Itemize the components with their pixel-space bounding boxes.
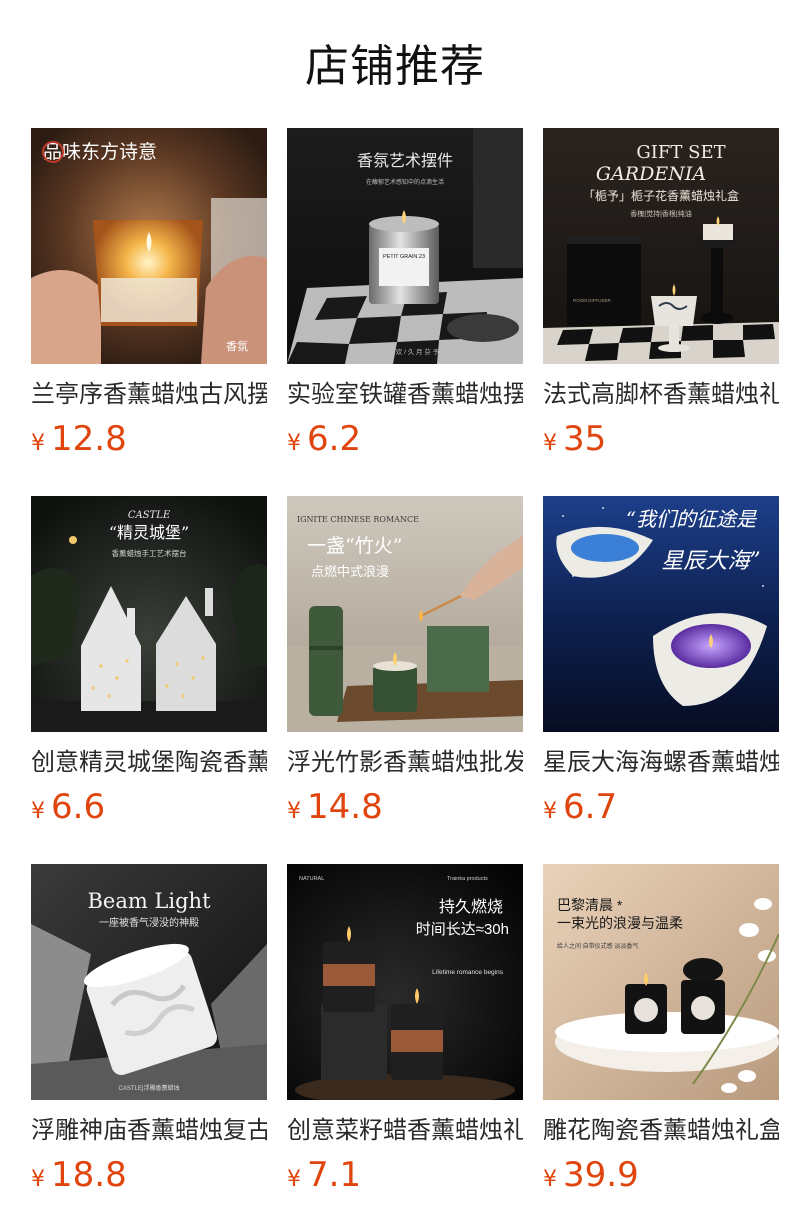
currency-symbol: ¥ xyxy=(543,431,557,456)
product-price: ¥7.1 xyxy=(287,1154,361,1196)
image-line2: GARDENIA xyxy=(596,163,706,185)
product-card[interactable]: 品味东方诗意 香氛 兰亭序香薰蜡烛古风摆件 ¥12.8 xyxy=(31,128,267,468)
jar-label: PETIT GRAIN 23 xyxy=(383,254,425,260)
product-image[interactable]: CASTLE “精灵城堡” 香薰蜡烛手工艺术摆台 xyxy=(31,496,267,732)
image-footer: 初 见 午 惊 欢 / 久 月 芬 予 欢 xyxy=(363,347,448,356)
image-line1: “我们的征途是 xyxy=(626,507,757,531)
product-name[interactable]: 法式高脚杯香薰蜡烛礼盒 xyxy=(543,376,779,412)
product-price: ¥35 xyxy=(543,418,606,460)
price-value: 39.9 xyxy=(563,1155,639,1195)
product-price: ¥12.8 xyxy=(31,418,127,460)
product-image[interactable]: NATURAL Trainka products 持久燃烧 时间长达≈30h L… xyxy=(287,864,523,1100)
image-line1: 持久燃烧 xyxy=(439,898,503,916)
product-card[interactable]: CASTLE “精灵城堡” 香薰蜡烛手工艺术摆台 创意精灵城堡陶瓷香薰蜡烛 ¥6… xyxy=(31,496,267,836)
image-line3: 「栀予」栀子花香薰蜡烛礼盒 xyxy=(583,188,739,203)
image-subtitle: 点燃中式浪漫 xyxy=(311,564,389,580)
product-price: ¥6.2 xyxy=(287,418,361,460)
product-price: ¥39.9 xyxy=(543,1154,639,1196)
product-card[interactable]: 巴黎清晨 * 一束光的浪漫与温柔 给人之间 自带仪式感 淡淡香气 雕花陶瓷香薰蜡… xyxy=(543,864,779,1204)
page-title: 店铺推荐 xyxy=(305,41,485,92)
product-image[interactable]: Beam Light 一座被香气浸没的神殿 CASTLE|浮雕香薰蜡烛 xyxy=(31,864,267,1100)
currency-symbol: ¥ xyxy=(287,799,301,824)
product-card[interactable]: “我们的征途是 星辰大海” 星辰大海海螺香薰蜡烛 ¥6.7 xyxy=(543,496,779,836)
image-headline: “精灵城堡” xyxy=(109,523,189,542)
image-subtitle: 一座被香气浸没的神殿 xyxy=(99,916,199,929)
image-side-text: Lifetime romance begins xyxy=(432,969,504,976)
currency-symbol: ¥ xyxy=(543,1167,557,1192)
product-image[interactable]: IGNITE CHINESE ROMANCE 一盏“竹火” 点燃中式浪漫 xyxy=(287,496,523,732)
image-subtitle: 给人之间 自带仪式感 淡淡香气 xyxy=(557,942,638,950)
image-subtitle: 香薰蜡烛手工艺术摆台 xyxy=(112,548,187,558)
price-value: 7.1 xyxy=(307,1155,362,1195)
product-card[interactable]: NATURAL Trainka products 持久燃烧 时间长达≈30h L… xyxy=(287,864,523,1204)
image-top-text: IGNITE CHINESE ROMANCE xyxy=(297,515,419,524)
currency-symbol: ¥ xyxy=(31,1167,45,1192)
image-line1: GIFT SET xyxy=(636,142,725,163)
image-line2: 星辰大海” xyxy=(661,549,760,574)
product-card[interactable]: Beam Light 一座被香气浸没的神殿 CASTLE|浮雕香薰蜡烛 浮雕神庙… xyxy=(31,864,267,1204)
price-value: 35 xyxy=(563,419,607,459)
product-name[interactable]: 星辰大海海螺香薰蜡烛 xyxy=(543,744,779,780)
price-value: 18.8 xyxy=(51,1155,127,1195)
product-image[interactable]: PETIT GRAIN 23 香氛艺术摆件 在馥郁艺术感知中的点滴生活 初 见 … xyxy=(287,128,523,364)
currency-symbol: ¥ xyxy=(31,799,45,824)
product-name[interactable]: 浮光竹影香薰蜡烛批发 xyxy=(287,744,523,780)
image-script: CASTLE xyxy=(128,510,171,521)
product-card[interactable]: PETIT GRAIN 23 香氛艺术摆件 在馥郁艺术感知中的点滴生活 初 见 … xyxy=(287,128,523,468)
product-card[interactable]: IGNITE CHINESE ROMANCE 一盏“竹火” 点燃中式浪漫 浮光竹… xyxy=(287,496,523,836)
product-image[interactable]: “我们的征途是 星辰大海” xyxy=(543,496,779,732)
product-image[interactable]: 品味东方诗意 香氛 xyxy=(31,128,267,364)
svg-text:NATURAL: NATURAL xyxy=(299,876,324,882)
product-name[interactable]: 浮雕神庙香薰蜡烛复古摆件 xyxy=(31,1112,267,1148)
price-value: 14.8 xyxy=(307,787,383,827)
image-headline: 香氛艺术摆件 xyxy=(357,152,453,170)
image-line2: 一束光的浪漫与温柔 xyxy=(557,915,683,931)
product-image[interactable]: 巴黎清晨 * 一束光的浪漫与温柔 给人之间 自带仪式感 淡淡香气 xyxy=(543,864,779,1100)
image-corner-text: 香氛 xyxy=(226,340,248,353)
image-headline: Beam Light xyxy=(87,889,211,913)
price-value: 6.7 xyxy=(563,787,618,827)
currency-symbol: ¥ xyxy=(31,431,45,456)
product-name[interactable]: 兰亭序香薰蜡烛古风摆件 xyxy=(31,376,267,412)
product-name[interactable]: 实验室铁罐香薰蜡烛摆件 xyxy=(287,376,523,412)
product-card[interactable]: ROOM DIFFUSER GIFT SET GARDENIA 「栀予」栀子花香… xyxy=(543,128,779,468)
box-label: ROOM DIFFUSER xyxy=(573,298,611,303)
product-image[interactable]: ROOM DIFFUSER GIFT SET GARDENIA 「栀予」栀子花香… xyxy=(543,128,779,364)
price-value: 6.2 xyxy=(307,419,362,459)
currency-symbol: ¥ xyxy=(287,1167,301,1192)
product-name[interactable]: 创意精灵城堡陶瓷香薰蜡烛 xyxy=(31,744,267,780)
product-price: ¥18.8 xyxy=(31,1154,127,1196)
currency-symbol: ¥ xyxy=(287,431,301,456)
price-value: 12.8 xyxy=(51,419,127,459)
product-price: ¥14.8 xyxy=(287,786,383,828)
image-footer: CASTLE|浮雕香薰蜡烛 xyxy=(119,1084,180,1092)
price-value: 6.6 xyxy=(51,787,106,827)
image-line2: 时间长达≈30h xyxy=(416,921,509,938)
image-line4: 香槐|觉持|香根|纯油 xyxy=(630,209,691,218)
image-subtitle: 在馥郁艺术感知中的点滴生活 xyxy=(366,178,444,186)
product-name[interactable]: 雕花陶瓷香薰蜡烛礼盒 xyxy=(543,1112,779,1148)
product-price: ¥6.6 xyxy=(31,786,105,828)
currency-symbol: ¥ xyxy=(543,799,557,824)
image-top-text: Trainka products xyxy=(447,876,488,882)
product-name[interactable]: 创意菜籽蜡香薰蜡烛礼盒 xyxy=(287,1112,523,1148)
product-price: ¥6.7 xyxy=(543,786,617,828)
image-headline: 一盏“竹火” xyxy=(307,535,402,557)
image-line1: 巴黎清晨 * xyxy=(557,897,623,913)
